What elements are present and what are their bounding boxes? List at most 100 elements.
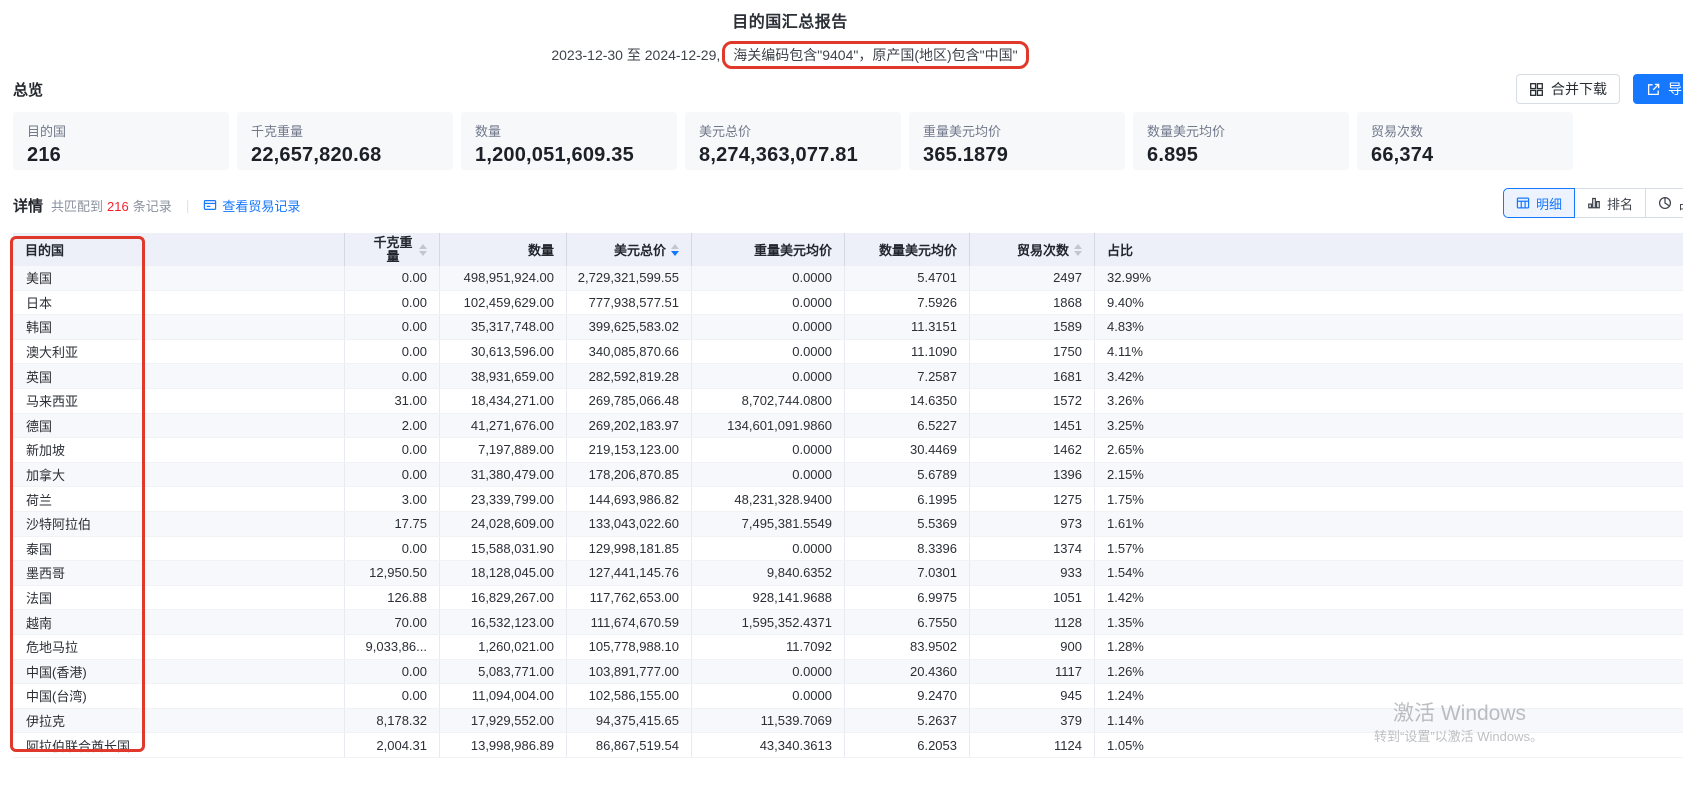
- match-suffix: 条记录: [133, 199, 172, 214]
- overview-section-title: 总览: [13, 79, 43, 100]
- column-header-1[interactable]: 千克重量: [345, 233, 440, 266]
- cell-2: 11,094,004.00: [440, 684, 567, 708]
- cell-5: 6.5227: [845, 414, 970, 438]
- table-body: 美国0.00498,951,924.002,729,321,599.550.00…: [13, 266, 1683, 758]
- cell-5: 5.2637: [845, 709, 970, 733]
- cell-7: 4.83%: [1095, 315, 1683, 339]
- cell-6: 1750: [970, 340, 1095, 364]
- cell-2: 16,829,267.00: [440, 586, 567, 610]
- cell-7: 1.57%: [1095, 537, 1683, 561]
- cell-4: 928,141.9688: [692, 586, 845, 610]
- tab-占比[interactable]: 占比: [1645, 188, 1683, 218]
- tab-明细[interactable]: 明细: [1503, 188, 1575, 218]
- cell-4: 11,539.7069: [692, 709, 845, 733]
- cell-5: 7.0301: [845, 561, 970, 585]
- cell-5: 30.4469: [845, 438, 970, 462]
- cell-3: 269,202,183.97: [567, 414, 692, 438]
- cell-destination: 日本: [13, 291, 345, 315]
- cell-destination: 沙特阿拉伯: [13, 512, 345, 536]
- cell-6: 1124: [970, 733, 1095, 757]
- cell-destination: 美国: [13, 266, 345, 290]
- cell-7: 3.25%: [1095, 414, 1683, 438]
- column-header-6[interactable]: 贸易次数: [970, 233, 1095, 266]
- overview-toolbar: 合并下载 导出: [1516, 74, 1683, 104]
- cell-5: 11.3151: [845, 315, 970, 339]
- report-subtitle: 2023-12-30 至 2024-12-29, 海关编码包含"9404"，原产…: [0, 41, 1580, 69]
- cell-destination: 伊拉克: [13, 709, 345, 733]
- cell-1: 3.00: [345, 487, 440, 511]
- cell-1: 12,950.50: [345, 561, 440, 585]
- view-trade-records-link[interactable]: 查看贸易记录: [203, 196, 300, 215]
- button-label: 合并下载: [1551, 79, 1607, 99]
- table-row: 韩国0.0035,317,748.00399,625,583.020.00001…: [13, 315, 1683, 340]
- cell-6: 1572: [970, 389, 1095, 413]
- cell-5: 8.3396: [845, 537, 970, 561]
- cell-4: 134,601,091.9860: [692, 414, 845, 438]
- cell-destination: 墨西哥: [13, 561, 345, 585]
- merge-download-button[interactable]: 合并下载: [1516, 74, 1620, 104]
- table-row: 日本0.00102,459,629.00777,938,577.510.0000…: [13, 291, 1683, 316]
- cell-destination: 泰国: [13, 537, 345, 561]
- cell-2: 35,317,748.00: [440, 315, 567, 339]
- cell-2: 102,459,629.00: [440, 291, 567, 315]
- cell-6: 1128: [970, 610, 1095, 634]
- cell-destination: 澳大利亚: [13, 340, 345, 364]
- cell-1: 0.00: [345, 340, 440, 364]
- table-row: 沙特阿拉伯17.7524,028,609.00133,043,022.607,4…: [13, 512, 1683, 537]
- table-row: 加拿大0.0031,380,479.00178,206,870.850.0000…: [13, 463, 1683, 488]
- tab-排名[interactable]: 排名: [1574, 188, 1646, 218]
- table-row: 马来西亚31.0018,434,271.00269,785,066.488,70…: [13, 389, 1683, 414]
- tab-label: 明细: [1536, 194, 1562, 213]
- column-header-2: 数量: [440, 233, 567, 266]
- card-label: 数量: [475, 121, 667, 140]
- card-value: 66,374: [1371, 144, 1563, 167]
- cell-3: 777,938,577.51: [567, 291, 692, 315]
- cell-7: 1.35%: [1095, 610, 1683, 634]
- cell-6: 1462: [970, 438, 1095, 462]
- overview-card: 数量1,200,051,609.35: [461, 112, 677, 170]
- overview-card: 目的国216: [13, 112, 229, 170]
- table-row: 伊拉克8,178.3217,929,552.0094,375,415.6511,…: [13, 709, 1683, 734]
- cell-6: 1374: [970, 537, 1095, 561]
- card-label: 千克重量: [251, 121, 443, 140]
- cell-7: 1.26%: [1095, 660, 1683, 684]
- cell-5: 7.2587: [845, 364, 970, 388]
- column-label: 贸易次数: [1017, 240, 1069, 259]
- cell-1: 126.88: [345, 586, 440, 610]
- overview-card: 贸易次数66,374: [1357, 112, 1573, 170]
- cell-destination: 危地马拉: [13, 635, 345, 659]
- report-page: 目的国汇总报告 2023-12-30 至 2024-12-29, 海关编码包含"…: [0, 0, 1683, 807]
- table-row: 墨西哥12,950.5018,128,045.00127,441,145.769…: [13, 561, 1683, 586]
- cell-5: 6.7550: [845, 610, 970, 634]
- match-count: 216: [107, 199, 129, 214]
- cell-7: 1.61%: [1095, 512, 1683, 536]
- cell-4: 0.0000: [692, 315, 845, 339]
- cell-1: 0.00: [345, 364, 440, 388]
- cell-7: 3.42%: [1095, 364, 1683, 388]
- cell-2: 15,588,031.90: [440, 537, 567, 561]
- detail-section-title: 详情: [13, 195, 43, 216]
- column-label: 千克重量: [372, 236, 414, 264]
- cell-3: 105,778,988.10: [567, 635, 692, 659]
- cell-6: 1117: [970, 660, 1095, 684]
- export-button[interactable]: 导出: [1633, 74, 1683, 104]
- button-label: 导出: [1668, 79, 1683, 99]
- overview-card: 重量美元均价365.1879: [909, 112, 1125, 170]
- vertical-divider: |: [186, 197, 190, 213]
- cell-3: 102,586,155.00: [567, 684, 692, 708]
- cell-4: 0.0000: [692, 684, 845, 708]
- overview-card: 千克重量22,657,820.68: [237, 112, 453, 170]
- sort-caret-up-icon: [1074, 244, 1082, 249]
- column-header-4: 重量美元均价: [692, 233, 845, 266]
- column-header-7: 占比: [1095, 233, 1683, 266]
- cell-3: 269,785,066.48: [567, 389, 692, 413]
- cell-4: 0.0000: [692, 463, 845, 487]
- cell-4: 0.0000: [692, 291, 845, 315]
- sort-icon: [1074, 244, 1082, 256]
- view-mode-tabs: 明细排名占比: [1503, 188, 1683, 218]
- cell-1: 0.00: [345, 537, 440, 561]
- export-icon: [1646, 82, 1661, 97]
- column-label: 重量美元均价: [754, 240, 832, 259]
- filter-condition-text: 海关编码包含"9404"，原产国(地区)包含"中国": [733, 47, 1017, 63]
- column-header-3[interactable]: 美元总价: [567, 233, 692, 266]
